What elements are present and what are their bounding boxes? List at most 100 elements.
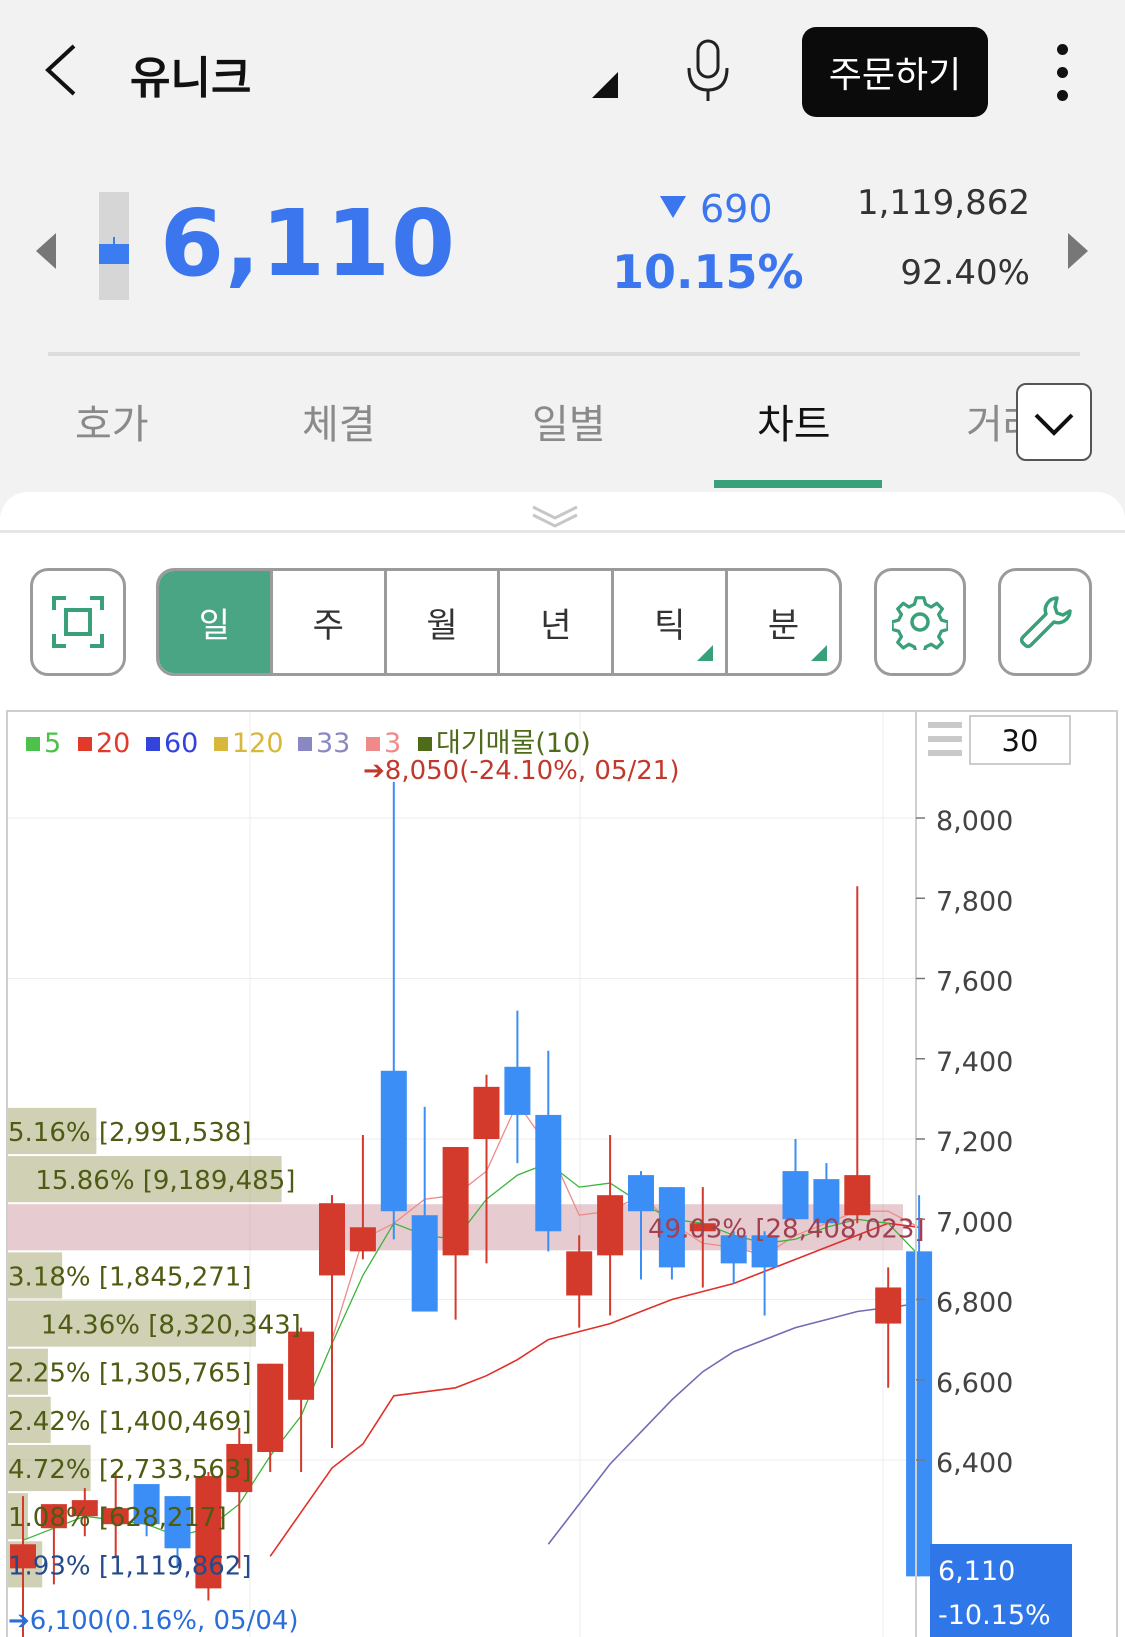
candle-body — [566, 1251, 593, 1296]
legend-swatch — [298, 737, 312, 751]
order-button[interactable]: 주문하기 — [802, 27, 988, 117]
candle-body — [288, 1331, 315, 1400]
period-day[interactable]: 일 — [159, 571, 273, 673]
chart-settings-button[interactable] — [874, 568, 966, 676]
period-month[interactable]: 월 — [387, 571, 501, 673]
volume-profile-label: 2.42% [1,400,469] — [8, 1407, 251, 1437]
period-minute-label: 분 — [767, 605, 800, 646]
chart-panel: 일 주 월 년 틱 분 5.16% [2,991,538] 15.86% [9,… — [0, 492, 1125, 1637]
mini-candle-icon — [99, 192, 129, 300]
candle-body — [504, 1066, 531, 1115]
legend-swatch — [418, 737, 432, 751]
volume-profile-label: 15.86% [9,189,485] — [35, 1166, 295, 1196]
y-tick-label: 8,000 — [936, 806, 1013, 837]
legend-label: 대기매물(10) — [436, 728, 591, 759]
period-week-label: 주 — [312, 605, 344, 646]
current-price: 6,110 — [160, 190, 457, 297]
y-tick-label: 7,600 — [936, 967, 1013, 998]
legend-swatch — [146, 737, 160, 751]
volume-profile-label: 1.08% [628,217] — [8, 1503, 227, 1533]
price-change-pct: 10.15% — [612, 245, 804, 299]
period-tick-label: 틱 — [654, 605, 686, 646]
candle-body — [844, 1175, 871, 1216]
divider — [0, 530, 1125, 533]
price-summary: 6,110 690 10.15% 1,119,862 92.40% — [0, 175, 1125, 325]
period-selector: 일 주 월 년 틱 분 — [156, 568, 842, 676]
legend-swatch — [366, 737, 380, 751]
microphone-icon[interactable] — [683, 38, 733, 104]
y-tick-label: 7,400 — [936, 1047, 1013, 1078]
legend-label: 120 — [232, 728, 284, 759]
dropdown-corner-icon[interactable] — [592, 72, 618, 98]
volume-ratio: 92.40% — [900, 253, 1030, 293]
trade-volume: 1,119,862 — [856, 183, 1030, 223]
ma-33-line — [547, 1302, 920, 1545]
down-triangle-icon — [660, 196, 686, 218]
candle-body — [628, 1175, 654, 1212]
more-menu-icon[interactable] — [1050, 44, 1074, 104]
period-year[interactable]: 년 — [500, 571, 615, 673]
stock-name[interactable]: 유니크 — [130, 42, 251, 106]
period-year-label: 년 — [540, 605, 572, 646]
chevron-down-icon — [1034, 413, 1074, 436]
period-week[interactable]: 주 — [273, 571, 387, 673]
y-tick-label: 6,600 — [936, 1368, 1013, 1399]
legend-label: 60 — [164, 728, 198, 759]
period-month-label: 월 — [426, 605, 458, 646]
ma-20-line — [269, 1222, 920, 1557]
active-tab-indicator — [714, 480, 882, 488]
stock-detail-screen: 유니크 주문하기 6,110 690 10.15% 1,119,862 92.4… — [0, 0, 1125, 1637]
gear-icon — [892, 596, 948, 650]
period-day-label: 일 — [198, 605, 231, 646]
period-tick[interactable]: 틱 — [614, 571, 729, 673]
period-minute[interactable]: 분 — [728, 571, 839, 673]
candlestick-chart[interactable]: 5.16% [2,991,538] 15.86% [9,189,485] 49.03… — [6, 710, 1118, 1637]
prev-stock-arrow-icon[interactable] — [36, 233, 56, 269]
legend-label: 20 — [96, 728, 130, 759]
tab-bar: 호가 체결 일별 차트 거래 — [0, 370, 1125, 490]
candle-body — [349, 1227, 376, 1252]
candle-body — [380, 1070, 407, 1212]
next-stock-arrow-icon[interactable] — [1068, 233, 1088, 269]
candle-body — [597, 1195, 624, 1256]
legend-label: 3 — [384, 728, 401, 759]
divider — [48, 352, 1080, 356]
low-annotation: ➔6,100(0.16%, 05/04) — [8, 1606, 299, 1636]
candle-body — [535, 1114, 562, 1232]
legend-label: 33 — [316, 728, 350, 759]
candle-body — [411, 1215, 438, 1312]
candle-body — [875, 1287, 902, 1324]
tab-more[interactable]: 거래 — [966, 392, 1016, 450]
top-bar: 유니크 주문하기 — [0, 0, 1125, 140]
tab-orderbook[interactable]: 호가 — [75, 392, 149, 450]
volume-profile-label: 4.72% [2,733,563] — [8, 1455, 251, 1485]
tab-list-dropdown[interactable] — [1016, 383, 1092, 461]
candle-body — [257, 1363, 284, 1452]
candle-body — [782, 1171, 809, 1220]
candle-body — [319, 1203, 345, 1276]
last-price-value: 6,110 — [938, 1556, 1015, 1587]
y-tick-label: 6,800 — [936, 1288, 1013, 1319]
y-tick-label: 6,400 — [936, 1448, 1013, 1479]
legend-swatch — [26, 737, 40, 751]
volume-profile-label: 2.25% [1,305,765] — [8, 1359, 251, 1389]
tab-daily[interactable]: 일별 — [532, 392, 606, 450]
menu-icon — [928, 750, 962, 756]
volume-profile-label: 49.03% [28,408,023] — [648, 1214, 925, 1244]
volume-profile-label: 14.36% [8,320,343] — [41, 1311, 301, 1341]
last-price-pct: -10.15% — [938, 1600, 1051, 1631]
fullscreen-button[interactable] — [30, 568, 126, 676]
menu-icon — [928, 736, 962, 742]
price-change-value: 690 — [700, 187, 773, 231]
tab-chart[interactable]: 차트 — [757, 392, 831, 450]
tab-trades[interactable]: 체결 — [302, 392, 376, 450]
submenu-corner-icon — [697, 645, 714, 661]
price-change: 690 — [660, 187, 773, 231]
y-tick-label: 7,200 — [936, 1127, 1013, 1158]
candle-body — [442, 1147, 469, 1256]
collapse-handle-icon[interactable] — [530, 502, 580, 528]
volume-profile-label: 3.18% [1,845,271] — [8, 1262, 251, 1292]
back-arrow-icon[interactable] — [40, 40, 90, 100]
wrench-icon — [1019, 596, 1072, 649]
chart-tools-button[interactable] — [998, 568, 1092, 676]
